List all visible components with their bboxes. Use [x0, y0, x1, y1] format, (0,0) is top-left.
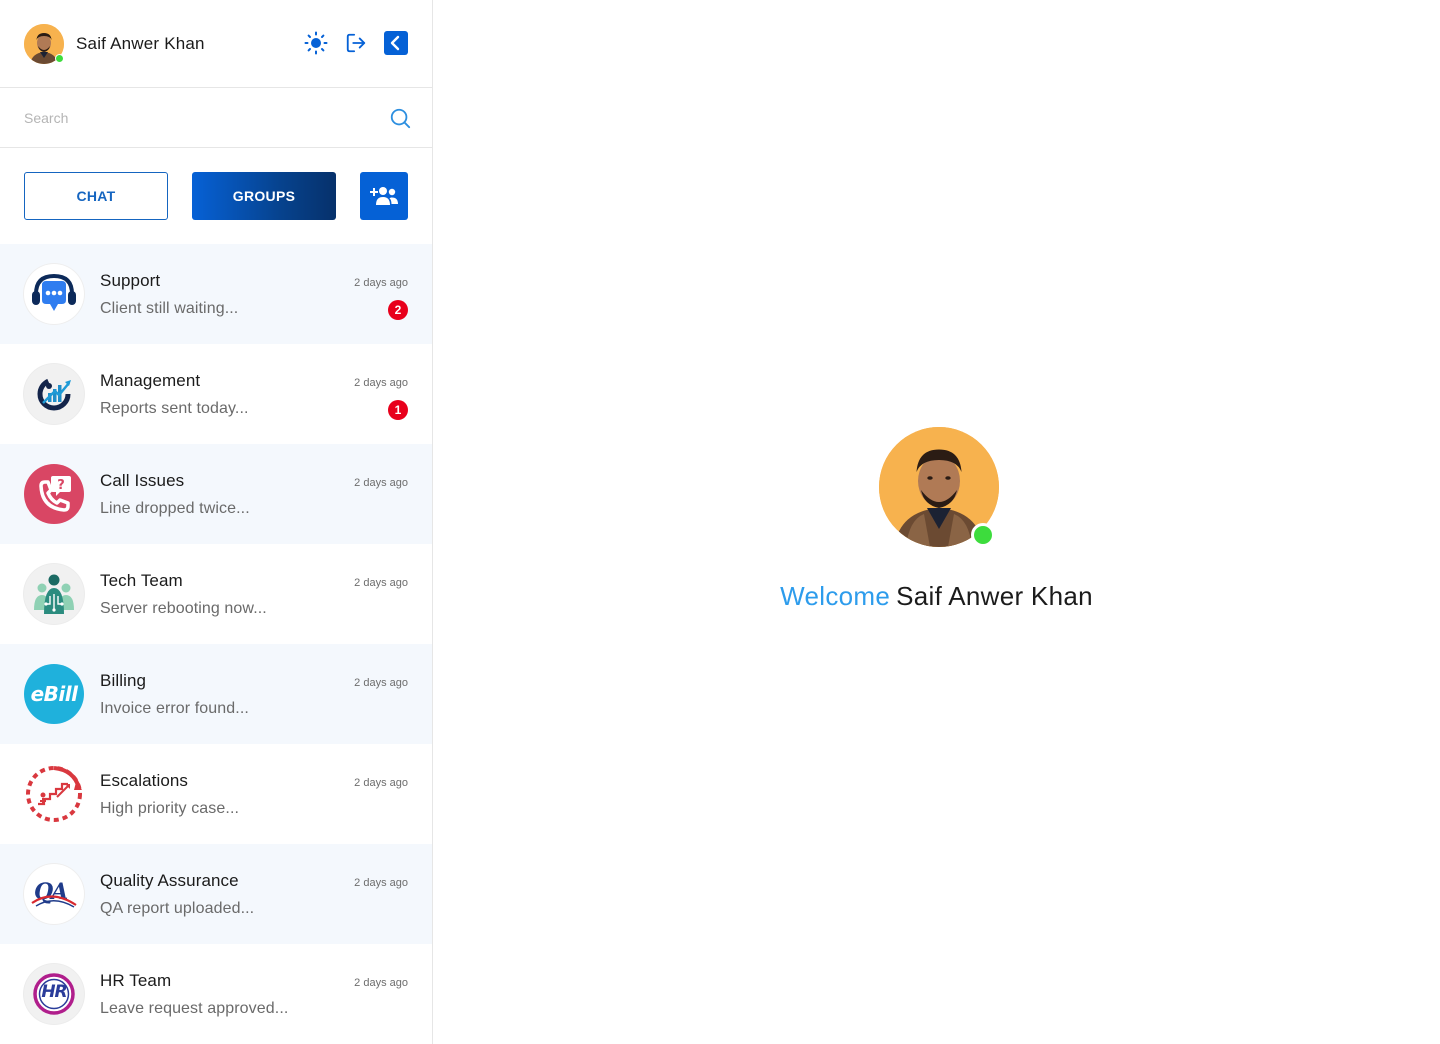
qa-logo: QA	[24, 864, 84, 924]
sun-icon	[304, 31, 328, 55]
search-icon	[390, 108, 411, 128]
unread-badge: 1	[388, 400, 408, 420]
group-last-message: Reports sent today...	[100, 399, 249, 417]
group-last-message: Line dropped twice...	[100, 499, 250, 517]
phone-question-icon: ?	[24, 464, 84, 524]
logout-icon	[346, 33, 366, 53]
group-item-billing[interactable]: eBill Billing Invoice error found... 2 d…	[0, 644, 432, 744]
welcome-section: Welcome Saif Anwer Khan	[433, 427, 1440, 612]
group-last-message: Client still waiting...	[100, 299, 239, 317]
svg-text:?: ?	[57, 478, 65, 493]
group-last-message: Leave request approved...	[100, 999, 289, 1017]
header-actions	[304, 31, 408, 55]
tech-team-icon	[24, 564, 84, 624]
sidebar-header: Saif Anwer Khan	[0, 0, 432, 88]
tab-bar: CHAT GROUPS	[0, 148, 432, 244]
group-item-management[interactable]: Management Reports sent today... 2 days …	[0, 344, 432, 444]
search-input[interactable]	[24, 109, 388, 126]
management-growth-icon	[24, 364, 84, 424]
user-avatar[interactable]	[24, 23, 64, 64]
welcome-user-name: Saif Anwer Khan	[896, 581, 1093, 611]
ebill-logo-text: eBill	[30, 682, 78, 706]
search-bar	[0, 88, 432, 148]
group-item-quality-assurance[interactable]: QA Quality Assurance QA report uploaded.…	[0, 844, 432, 944]
group-timestamp: 2 days ago	[354, 977, 408, 989]
group-last-message: High priority case...	[100, 799, 240, 817]
chevron-left-icon	[390, 35, 400, 51]
group-timestamp: 2 days ago	[354, 377, 408, 389]
group-item-tech-team[interactable]: Tech Team Server rebooting now... 2 days…	[0, 544, 432, 644]
group-timestamp: 2 days ago	[354, 877, 408, 889]
logout-button[interactable]	[344, 31, 368, 55]
welcome-message: Welcome Saif Anwer Khan	[780, 581, 1093, 612]
group-last-message: Invoice error found...	[100, 699, 249, 717]
escalation-icon	[24, 764, 84, 824]
add-group-button[interactable]	[360, 172, 408, 220]
ebill-logo: eBill	[24, 664, 84, 724]
add-users-icon	[370, 187, 398, 205]
hr-logo: HR	[24, 964, 84, 1024]
main-panel: Welcome Saif Anwer Khan	[433, 0, 1440, 1044]
group-timestamp: 2 days ago	[354, 577, 408, 589]
group-list: Support Client still waiting... 2 days a…	[0, 244, 432, 1044]
unread-badge: 2	[388, 300, 408, 320]
group-item-support[interactable]: Support Client still waiting... 2 days a…	[0, 244, 432, 344]
group-timestamp: 2 days ago	[354, 777, 408, 789]
group-item-hr-team[interactable]: HR HR Team Leave request approved... 2 d…	[0, 944, 432, 1044]
group-item-call-issues[interactable]: ? Call Issues Line dropped twice... 2 da…	[0, 444, 432, 544]
collapse-sidebar-button[interactable]	[384, 31, 408, 55]
group-item-escalations[interactable]: Escalations High priority case... 2 days…	[0, 744, 432, 844]
online-status-dot	[55, 53, 64, 63]
welcome-greeting: Welcome	[780, 581, 891, 611]
theme-toggle-button[interactable]	[304, 31, 328, 55]
sidebar: Saif Anwer Khan Search CHAT GROUPS Suppo…	[0, 0, 433, 1044]
group-last-message: QA report uploaded...	[100, 899, 255, 917]
search-button[interactable]	[388, 106, 412, 130]
group-timestamp: 2 days ago	[354, 477, 408, 489]
group-timestamp: 2 days ago	[354, 277, 408, 289]
support-headset-icon	[24, 264, 84, 324]
group-timestamp: 2 days ago	[354, 677, 408, 689]
tab-chat[interactable]: CHAT	[24, 172, 168, 220]
online-status-dot	[970, 523, 995, 547]
tab-groups[interactable]: GROUPS	[192, 172, 336, 220]
welcome-avatar	[878, 427, 999, 547]
user-name: Saif Anwer Khan	[76, 33, 205, 53]
group-last-message: Server rebooting now...	[100, 599, 267, 617]
hr-logo-text: HR	[41, 982, 67, 1002]
